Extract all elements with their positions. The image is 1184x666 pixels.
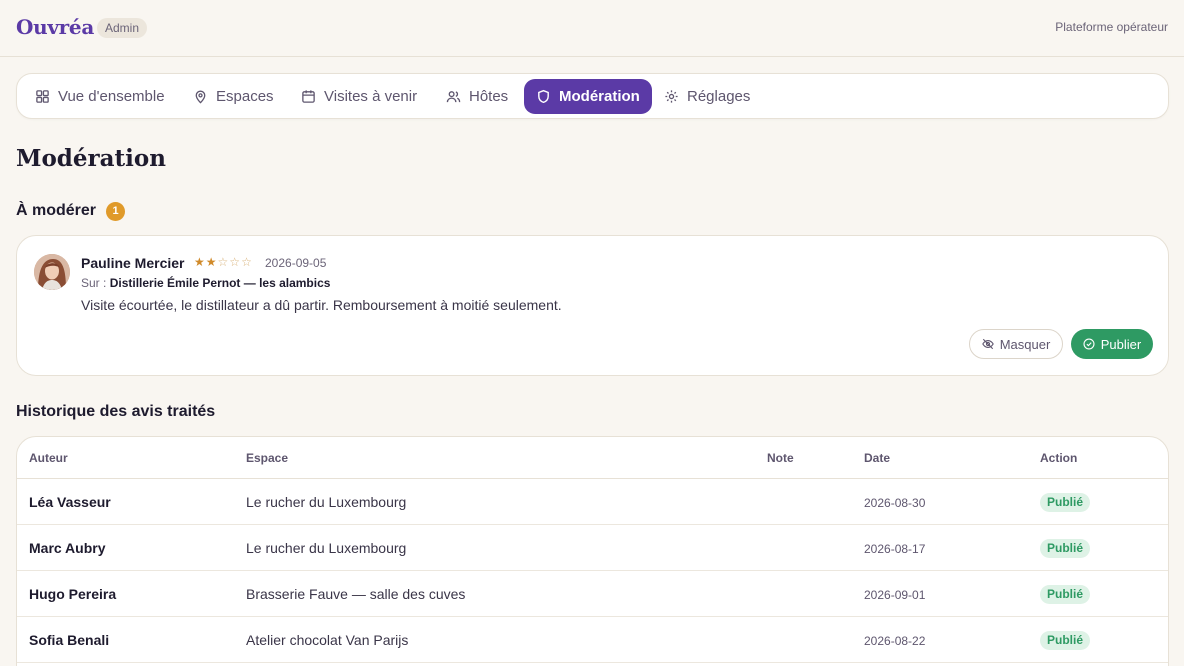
status-badge: Publié (1040, 585, 1091, 604)
row-author: Hugo Pereira (29, 586, 117, 602)
tab-label: Visites à venir (324, 88, 418, 105)
hide-button-label: Masquer (999, 336, 1051, 352)
star-empty-icon: ☆ (229, 255, 242, 269)
tab-label: Modération (559, 88, 640, 105)
tab-moderation[interactable]: Modération (524, 79, 652, 114)
brand-logo[interactable]: Ouvréa (16, 15, 94, 39)
tab-hosts[interactable]: Hôtes (434, 79, 520, 114)
tab-label: Vue d'ensemble (58, 88, 165, 105)
shield-icon (536, 89, 551, 104)
grid-icon (35, 89, 50, 104)
eye-off-icon (981, 338, 994, 350)
pending-section-title: À modérer (16, 202, 97, 219)
review-space-prefix: Sur : (81, 276, 107, 290)
row-space: Brasserie Fauve — salle des cuves (246, 586, 466, 602)
table-row[interactable]: Marc Aubry Le rucher du Luxembourg 2026-… (17, 525, 1168, 571)
pending-review-card: Pauline Mercier ★★☆☆☆ 2026-09-05 Sur : D… (16, 235, 1169, 376)
tab-upcoming-visits[interactable]: Visites à venir (289, 79, 429, 114)
publish-button-label: Publier (1100, 336, 1142, 352)
pending-count-badge: 1 (106, 202, 125, 221)
status-badge: Publié (1040, 631, 1091, 650)
column-header-author[interactable]: Auteur (29, 451, 68, 465)
top-header: Ouvréa Admin Plateforme opérateur (0, 0, 1184, 57)
history-table: Auteur Espace Note Date Action Léa Vasse… (16, 436, 1169, 666)
row-author: Sofia Benali (29, 632, 110, 648)
review-text: Visite écourtée, le distillateur a dû pa… (81, 297, 562, 313)
users-icon (446, 89, 461, 104)
star-empty-icon: ☆ (241, 255, 253, 269)
check-circle-icon (1083, 338, 1095, 350)
row-date: 2026-08-17 (864, 542, 926, 556)
review-space: Sur : Distillerie Émile Pernot — les ala… (81, 276, 330, 290)
column-header-space[interactable]: Espace (246, 451, 288, 465)
row-date: 2026-08-22 (864, 634, 926, 648)
table-row[interactable]: Hugo Pereira Brasserie Fauve — salle des… (17, 571, 1168, 617)
tab-label: Hôtes (469, 88, 509, 105)
table-row[interactable]: Sofia Benali Atelier chocolat Van Parijs… (17, 617, 1168, 663)
column-header-action[interactable]: Action (1040, 451, 1077, 465)
column-header-rating[interactable]: Note (767, 451, 794, 465)
review-author: Pauline Mercier (81, 255, 185, 271)
table-row[interactable]: Léa Vasseur Le rucher du Luxembourg 2026… (17, 479, 1168, 525)
column-header-date[interactable]: Date (864, 451, 890, 465)
publish-button[interactable]: Publier (1071, 329, 1153, 359)
star-filled-icon: ★ (194, 255, 206, 269)
row-space: Le rucher du Luxembourg (246, 540, 407, 556)
page-title: Modération (16, 145, 166, 172)
table-header: Auteur Espace Note Date Action (17, 437, 1168, 479)
status-badge: Publié (1040, 493, 1091, 512)
review-rating-stars: ★★☆☆☆ (194, 255, 253, 269)
row-author: Léa Vasseur (29, 494, 111, 510)
tab-overview[interactable]: Vue d'ensemble (23, 79, 177, 114)
map-pin-icon (193, 89, 208, 104)
row-author: Marc Aubry (29, 540, 106, 556)
row-space: Le rucher du Luxembourg (246, 494, 407, 510)
main-nav: Vue d'ensemble Espaces Visites à venir H… (16, 73, 1169, 119)
review-date: 2026-09-05 (265, 256, 327, 270)
star-filled-icon: ★ (205, 255, 218, 269)
role-badge: Admin (97, 18, 148, 38)
row-space: Atelier chocolat Van Parijs (246, 632, 409, 648)
tab-label: Réglages (687, 88, 751, 105)
platform-label: Plateforme opérateur (1055, 20, 1168, 34)
status-badge: Publié (1040, 539, 1091, 558)
review-space-name[interactable]: Distillerie Émile Pernot — les alambics (110, 276, 331, 290)
tab-settings[interactable]: Réglages (652, 79, 762, 114)
star-empty-icon: ☆ (217, 255, 230, 269)
row-date: 2026-08-30 (864, 496, 926, 510)
tab-spaces[interactable]: Espaces (181, 79, 286, 114)
avatar (34, 254, 70, 290)
hide-button[interactable]: Masquer (969, 329, 1063, 359)
calendar-icon (301, 89, 316, 104)
tab-label: Espaces (216, 88, 274, 105)
gear-icon (664, 89, 679, 104)
row-date: 2026-09-01 (864, 588, 926, 602)
history-section-title: Historique des avis traités (16, 403, 216, 420)
